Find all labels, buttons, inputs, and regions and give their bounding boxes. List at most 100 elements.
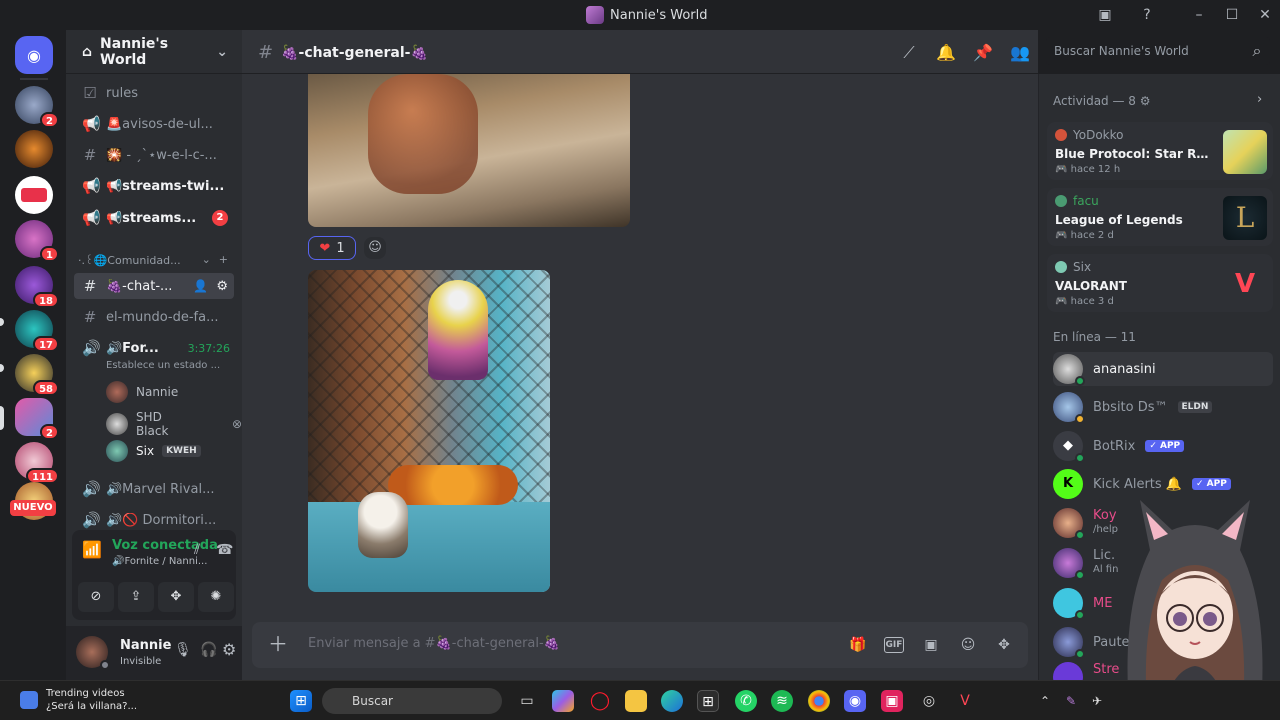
voice-user[interactable]: Nannie <box>106 381 178 403</box>
apps-icon[interactable]: ✥ <box>994 635 1014 655</box>
member-item[interactable]: Bbsito Ds™ ELDN <box>1053 390 1273 424</box>
server-icon[interactable]: 58 <box>15 354 59 396</box>
help-icon[interactable]: ? <box>1135 4 1159 26</box>
voice-user[interactable]: Six KWEH <box>106 440 201 462</box>
edge-icon[interactable] <box>661 690 683 712</box>
discord-taskbar-icon[interactable]: ◉ <box>844 690 866 712</box>
add-channel-icon[interactable]: + <box>219 253 228 266</box>
speaker-icon: 🔊 <box>82 511 101 529</box>
channel-streams-twitch[interactable]: 📢 📢streams-twi... <box>74 173 234 199</box>
avatar <box>1055 129 1067 141</box>
guild-header[interactable]: ⌂ Nannie's World ⌄ <box>66 30 242 74</box>
message-composer[interactable]: ＋ Enviar mensaje a #🍇-chat-general-🍇 🎁 G… <box>252 622 1028 668</box>
disconnect-icon[interactable]: ☎ <box>216 542 233 558</box>
channel-avisos[interactable]: 📢 🚨avisos-de-ul... <box>74 111 234 137</box>
app-icon[interactable]: ▣ <box>881 690 903 712</box>
activity-card[interactable]: Six VALORANT 🎮 hace 3 d V <box>1047 254 1273 312</box>
add-reaction-icon[interactable]: ☺ <box>364 237 386 259</box>
attachment-image[interactable] <box>308 270 550 592</box>
opera-icon[interactable]: ◯ <box>589 690 611 712</box>
channel-rules[interactable]: ☑ rules <box>74 80 234 106</box>
tray-chevron-icon[interactable]: ⌃ <box>1034 690 1056 712</box>
windows-start-icon[interactable]: ⊞ <box>290 690 312 712</box>
search-input[interactable]: Buscar Nannie's World <box>1046 37 1270 65</box>
soundboard-button[interactable]: ✺ <box>198 582 234 612</box>
unread-pip <box>0 318 4 326</box>
voice-status-line[interactable]: Establece un estado ... <box>106 360 220 371</box>
heart-reaction[interactable]: ❤ 1 <box>308 236 356 260</box>
signal-icon[interactable]: 📶 <box>80 540 104 564</box>
maximize-button[interactable]: ☐ <box>1220 4 1244 26</box>
tray-app-icon[interactable]: ✎ <box>1060 690 1082 712</box>
new-badge[interactable]: NUEVO <box>10 500 56 516</box>
pin-icon[interactable]: 📌 <box>972 42 994 64</box>
avatar <box>1053 354 1085 386</box>
voice-user[interactable]: SHD Black ⊗ <box>106 410 242 438</box>
store-icon[interactable]: ⊞ <box>697 690 719 712</box>
close-button[interactable]: ✕ <box>1253 4 1277 26</box>
voice-channel-fornite[interactable]: 🔊 🔊For... 3:37:26 <box>74 335 234 361</box>
members-icon[interactable]: 👥 <box>1009 42 1031 64</box>
title-bar: Nannie's World ▣ ? – ☐ ✕ <box>0 0 1280 30</box>
copilot-icon[interactable] <box>552 690 574 712</box>
steam-icon[interactable]: ◎ <box>918 690 940 712</box>
activity-header[interactable]: Actividad — 8 ⚙ <box>1053 94 1151 108</box>
discord-home-icon[interactable]: ◉ <box>15 36 53 74</box>
valorant-taskbar-icon[interactable]: V <box>954 690 976 712</box>
news-widget[interactable]: Trending videos ¿Será la villana?... <box>20 687 137 713</box>
microphone-icon[interactable]: 🎙 <box>174 642 192 658</box>
activities-button[interactable]: ✥ <box>158 582 194 612</box>
speaker-icon: 🔊 <box>82 480 101 498</box>
gif-icon[interactable]: GIF <box>884 637 904 653</box>
server-folder-icon[interactable]: 2 <box>15 398 59 440</box>
activity-time: 🎮 hace 2 d <box>1055 230 1114 241</box>
category-comunidad[interactable]: ·.꒰🌐Comunidad... ⌄ + <box>74 246 234 272</box>
gift-icon[interactable]: 🎁 <box>848 635 868 655</box>
channel-streams[interactable]: 📢 📢streams... 2 <box>74 205 234 231</box>
tray-app-icon[interactable]: ✈ <box>1086 690 1108 712</box>
bell-icon[interactable]: 🔔 <box>935 42 957 64</box>
file-explorer-icon[interactable] <box>625 690 647 712</box>
message-input[interactable]: Enviar mensaje a #🍇-chat-general-🍇 <box>308 636 560 651</box>
noise-suppression-icon[interactable]: ⫽ <box>194 542 200 558</box>
whatsapp-icon[interactable]: ✆ <box>735 690 757 712</box>
unread-pip <box>0 364 4 372</box>
server-icon[interactable] <box>15 130 53 168</box>
emoji-icon[interactable]: ☺ <box>958 635 978 655</box>
sticker-icon[interactable]: ▣ <box>921 635 941 655</box>
invite-icon[interactable]: 👤 <box>193 279 208 293</box>
channel-chat-general[interactable]: # 🍇-chat-... 👤 ⚙ <box>74 273 234 299</box>
server-icon[interactable]: 17 <box>15 310 59 352</box>
bot-avatar: ◆ <box>1053 431 1085 463</box>
member-item[interactable]: ananasini <box>1053 352 1273 386</box>
task-view-icon[interactable]: ▭ <box>516 690 538 712</box>
attach-plus-icon[interactable]: ＋ <box>266 632 290 656</box>
spotify-icon[interactable]: ≋ <box>771 690 793 712</box>
threads-icon[interactable]: ⟋ <box>898 42 920 64</box>
screen-share-button[interactable]: ⇪ <box>118 582 154 612</box>
chevron-right-icon[interactable]: › <box>1257 92 1262 107</box>
camera-off-button[interactable]: ⊘ <box>78 582 114 612</box>
avatar <box>1053 627 1085 659</box>
server-icon[interactable] <box>15 176 53 214</box>
taskbar-search[interactable]: Buscar <box>322 688 502 714</box>
voice-channel-marvel[interactable]: 🔊 🔊Marvel Rival... <box>74 476 234 502</box>
server-icon[interactable]: 18 <box>15 266 59 308</box>
minimize-button[interactable]: – <box>1187 4 1211 26</box>
attachment-image[interactable] <box>308 74 630 227</box>
server-icon[interactable]: 1 <box>15 220 59 262</box>
avatar <box>106 413 128 435</box>
activity-card[interactable]: facu League of Legends 🎮 hace 2 d L <box>1047 188 1273 246</box>
server-icon[interactable]: 111 <box>15 442 59 484</box>
channel-el-mundo[interactable]: # el-mundo-de-fa... <box>74 304 234 330</box>
activity-card[interactable]: YoDokko Blue Protocol: Star Resona... 🎮 … <box>1047 122 1273 180</box>
channel-welcome[interactable]: # 🎇 - ˏˋ⋆w-e-l-c-... <box>74 142 234 168</box>
member-item[interactable]: ◆ BotRix ✓ APP <box>1053 429 1273 463</box>
headphones-icon[interactable]: 🎧 <box>200 642 217 658</box>
chrome-icon[interactable] <box>808 690 830 712</box>
gear-icon[interactable]: ⚙ <box>216 279 228 294</box>
settings-gear-icon[interactable]: ⚙ <box>222 640 236 659</box>
avatar <box>106 440 128 462</box>
server-icon[interactable]: 2 <box>15 86 59 128</box>
inbox-icon[interactable]: ▣ <box>1093 4 1117 26</box>
